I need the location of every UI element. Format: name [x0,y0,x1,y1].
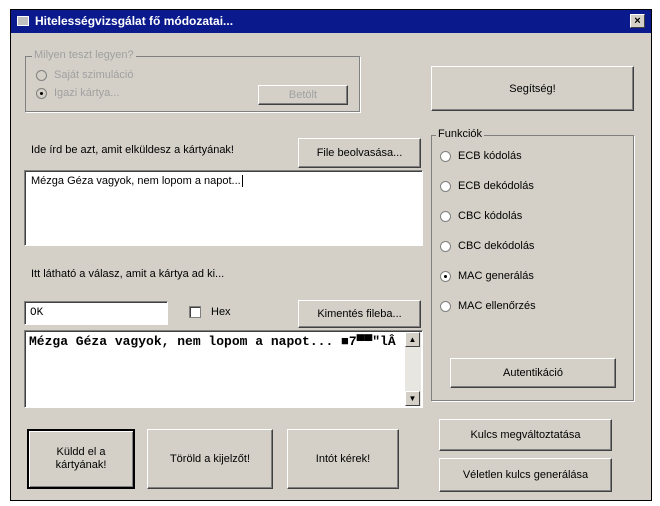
radio-ecb-encode-label: ECB kódolás [458,150,522,162]
radio-mac-generate-label: MAC generálás [458,270,534,282]
dialog-window: Hitelességvizsgálat fő módozatai... × Mi… [10,9,652,501]
help-button[interactable]: Segítség! [431,66,634,111]
send-to-card-button[interactable]: Küldd el a kártyának! [27,429,135,489]
random-request-button[interactable]: Intót kérek! [287,429,399,489]
random-request-label: Intót kérek! [315,453,371,465]
input-label: Ide írd be azt, amit elküldesz a kártyán… [31,144,234,156]
radio-cbc-decode-dot[interactable] [440,240,451,252]
radio-ecb-decode[interactable]: ECB dekódolás [440,180,534,192]
clear-display-label: Töröld a kijelzőt! [169,453,251,465]
radio-ecb-decode-label: ECB dekódolás [458,180,534,192]
radio-mac-generate-dot[interactable] [440,270,451,282]
radio-real-card[interactable]: Igazi kártya... [36,87,119,99]
text-cursor [241,175,243,188]
response-textarea[interactable]: Mézga Géza vagyok, nem lopom a napot... … [24,330,423,408]
status-field[interactable]: OK [24,301,168,325]
input-text: Mézga Géza vagyok, nem lopom a napot... [31,175,241,187]
radio-mac-verify-dot[interactable] [440,300,451,312]
radio-cbc-decode-label: CBC dekódolás [458,240,535,252]
radio-real-card-dot[interactable] [36,87,47,99]
radio-mac-generate[interactable]: MAC generálás [440,270,534,282]
close-icon[interactable]: × [630,14,645,28]
radio-simulation[interactable]: Saját szimuláció [36,69,133,81]
radio-simulation-label: Saját szimuláció [54,69,134,81]
load-button[interactable]: Betölt [258,85,348,105]
radio-simulation-dot[interactable] [36,69,47,81]
window-title: Hitelességvizsgálat fő módozatai... [35,14,234,28]
radio-ecb-decode-dot[interactable] [440,180,451,192]
title-bar: Hitelességvizsgálat fő módozatai... × [11,10,651,33]
functions-group: Funkciók ECB kódolás ECB dekódolás CBC k… [431,128,634,401]
scroll-down-icon[interactable]: ▼ [405,391,420,406]
functions-legend: Funkciók [436,128,485,140]
mode-group: Milyen teszt legyen? Saját szimuláció Ig… [25,49,360,112]
radio-cbc-encode[interactable]: CBC kódolás [440,210,522,222]
radio-ecb-encode[interactable]: ECB kódolás [440,150,522,162]
radio-mac-verify-label: MAC ellenőrzés [458,300,536,312]
file-load-button[interactable]: File beolvasása... [298,138,421,168]
response-scrollbar[interactable]: ▲ ▼ [405,332,421,406]
app-icon [17,16,29,26]
radio-mac-verify[interactable]: MAC ellenőrzés [440,300,536,312]
response-text: Mézga Géza vagyok, nem lopom a napot... … [29,334,396,349]
hex-checkbox[interactable]: Hex [189,306,231,318]
authentication-button[interactable]: Autentikáció [450,358,616,388]
hex-checkbox-box[interactable] [189,306,201,318]
send-to-card-label: Küldd el a kártyának! [55,446,107,471]
change-key-button[interactable]: Kulcs megváltoztatása [439,419,612,451]
response-label: Itt látható a válasz, amit a kártya ad k… [31,268,225,280]
random-key-button[interactable]: Véletlen kulcs generálása [439,458,612,492]
mode-group-legend: Milyen teszt legyen? [32,49,136,61]
input-textarea[interactable]: Mézga Géza vagyok, nem lopom a napot... [24,170,423,246]
radio-ecb-encode-dot[interactable] [440,150,451,162]
scroll-up-icon[interactable]: ▲ [405,332,420,347]
save-to-file-button[interactable]: Kimentés fileba... [298,300,421,328]
radio-real-card-label: Igazi kártya... [54,87,120,99]
radio-cbc-encode-label: CBC kódolás [458,210,523,222]
radio-cbc-encode-dot[interactable] [440,210,451,222]
hex-checkbox-label: Hex [211,306,231,318]
clear-display-button[interactable]: Töröld a kijelzőt! [147,429,273,489]
radio-cbc-decode[interactable]: CBC dekódolás [440,240,534,252]
status-value: OK [30,307,44,319]
